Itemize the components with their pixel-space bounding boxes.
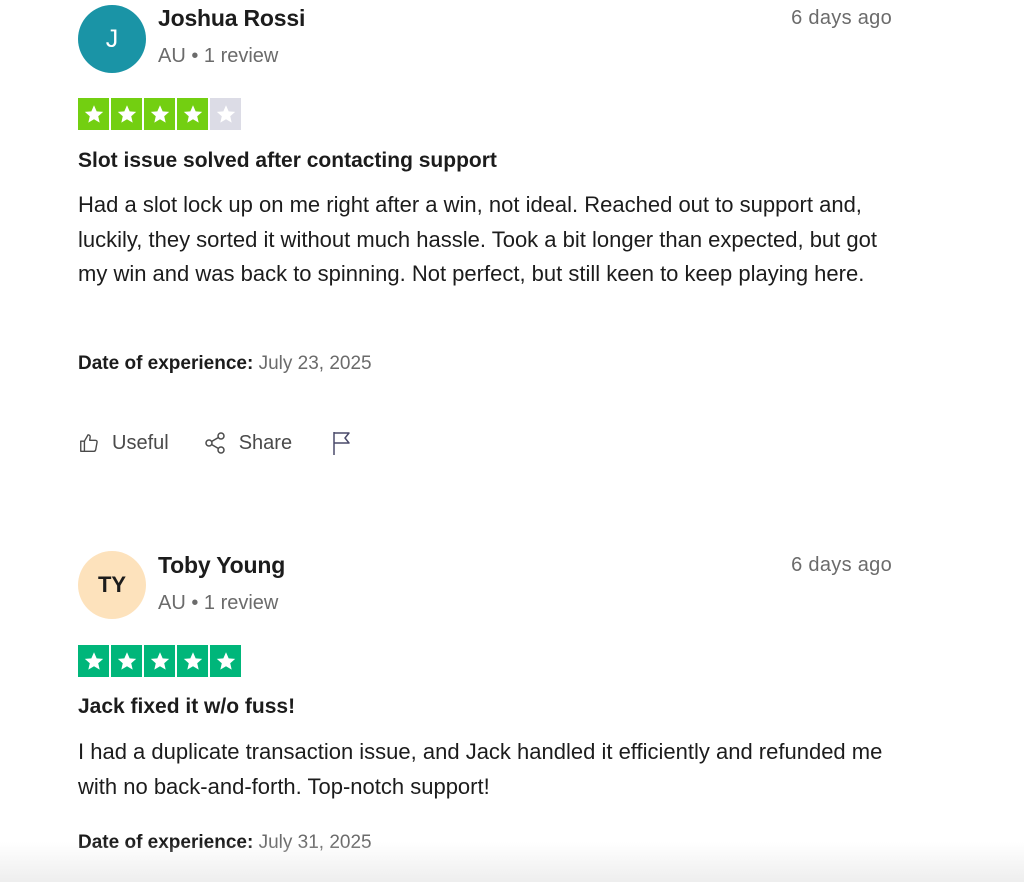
star-icon [144,98,175,130]
reviewer-meta: AU • 1 review [158,45,279,67]
date-of-experience: Date of experience: July 23, 2025 [78,353,372,375]
reviewer-name[interactable]: Joshua Rossi [158,5,305,32]
star-rating [78,98,241,130]
share-label: Share [238,431,293,454]
star-rating [78,645,241,677]
avatar[interactable]: J [78,5,146,73]
reviewer-meta: AU • 1 review [158,592,279,614]
review-body: I had a duplicate transaction issue, and… [78,739,883,799]
share-icon [203,431,227,455]
star-icon [210,98,241,130]
review-title[interactable]: Jack fixed it w/o fuss! [78,695,295,719]
review-header: TY Toby Young AU • 1 review 6 days ago [78,551,892,619]
star-icon [111,645,142,677]
star-icon [78,98,109,130]
date-of-experience-label: Date of experience: [78,353,254,374]
review-time-ago: 6 days ago [791,7,892,29]
flag-icon [330,430,354,456]
star-icon [210,645,241,677]
star-icon [111,98,142,130]
reviewer-name[interactable]: Toby Young [158,552,285,579]
share-button[interactable]: Share [203,431,292,455]
star-icon [144,645,175,677]
report-button[interactable] [330,430,354,456]
star-icon [78,645,109,677]
star-icon [177,98,208,130]
thumbs-up-icon [78,432,100,454]
review-card: J Joshua Rossi AU • 1 review 6 days ago … [78,4,892,455]
useful-label: Useful [112,431,169,454]
review-time-ago: 6 days ago [791,554,892,576]
date-of-experience-value: July 23, 2025 [258,353,372,374]
review-header: J Joshua Rossi AU • 1 review 6 days ago [78,4,892,73]
review-actions: Useful Share [78,429,354,457]
bottom-fade [0,842,1024,882]
review-body: Had a slot lock up on me right after a w… [78,192,877,286]
useful-button[interactable]: Useful [78,432,169,455]
star-icon [177,645,208,677]
avatar[interactable]: TY [78,551,146,619]
review-title[interactable]: Slot issue solved after contacting suppo… [78,149,497,173]
review-card: TY Toby Young AU • 1 review 6 days ago J… [78,551,892,853]
